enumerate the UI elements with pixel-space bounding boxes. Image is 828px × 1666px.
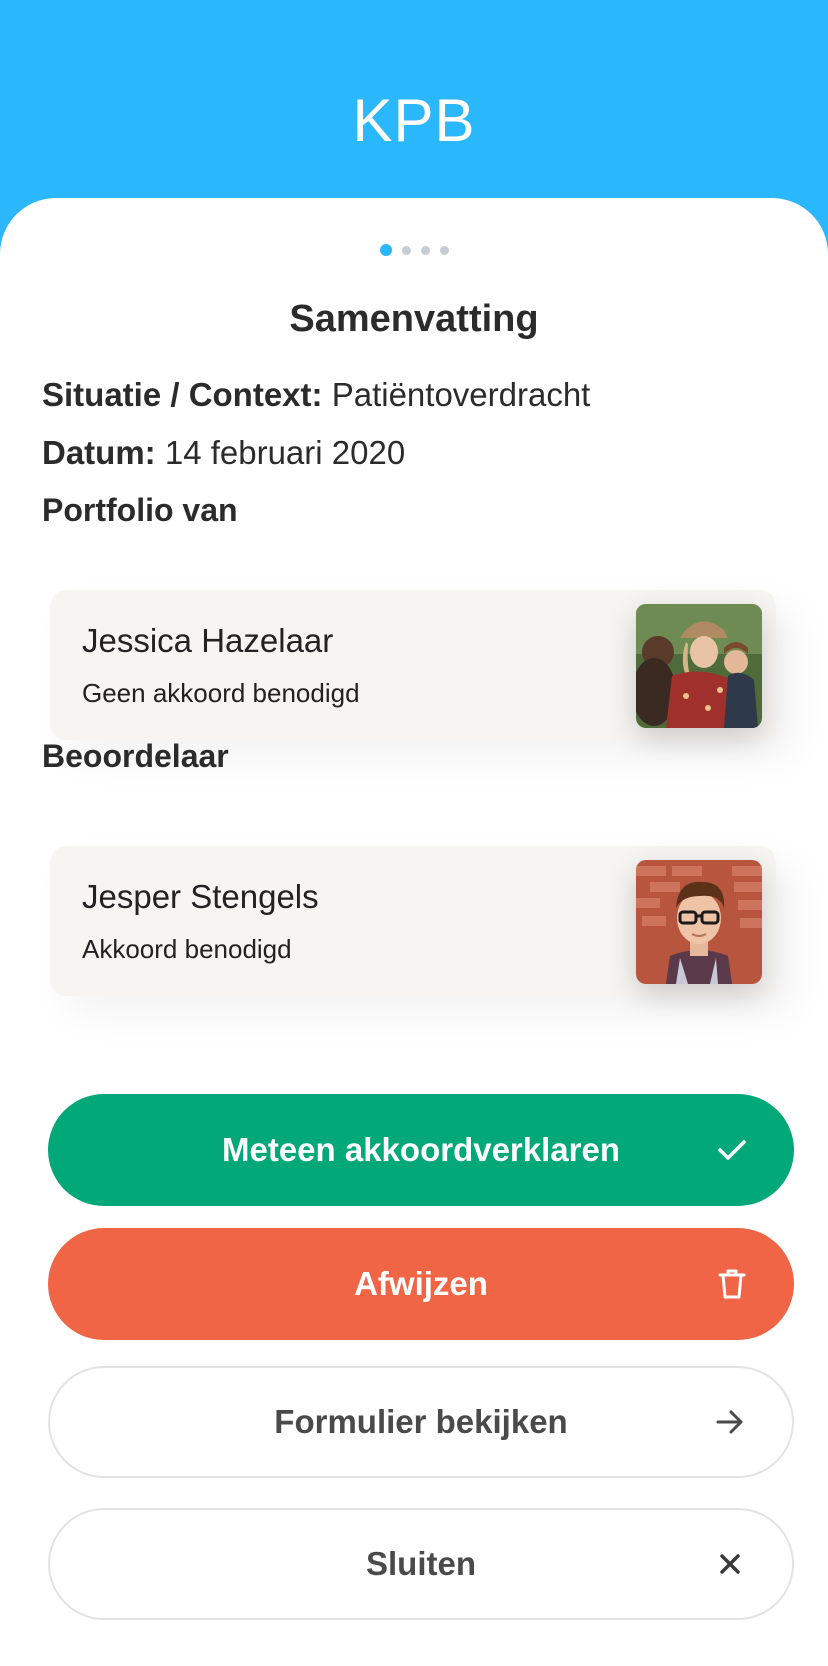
assessor-status: Akkoord benodigd <box>82 934 292 964</box>
reject-button-label: Afwijzen <box>354 1265 488 1302</box>
context-label: Situatie / Context: <box>42 376 323 413</box>
portfolio-owner-card[interactable]: Jessica Hazelaar Geen akkoord benodigd <box>50 590 776 740</box>
page-indicator <box>0 244 828 256</box>
assessor-card[interactable]: Jesper Stengels Akkoord benodigd <box>50 846 776 996</box>
view-form-button[interactable]: Formulier bekijken <box>48 1366 794 1478</box>
assessor-avatar <box>636 860 762 984</box>
close-button[interactable]: Sluiten <box>48 1508 794 1620</box>
summary-sheet: Samenvatting Situatie / Context: Patiënt… <box>0 198 828 1666</box>
page-dot-3[interactable] <box>420 245 430 255</box>
close-icon <box>712 1546 748 1582</box>
view-form-button-label: Formulier bekijken <box>274 1403 568 1440</box>
assessor-label: Beoordelaar <box>42 738 229 774</box>
date-row: Datum: 14 februari 2020 <box>42 434 405 472</box>
arrow-right-icon <box>712 1404 748 1440</box>
page-dot-2[interactable] <box>401 245 411 255</box>
page-dot-4[interactable] <box>439 245 449 255</box>
app-header: KPB <box>0 0 828 230</box>
trash-icon <box>714 1266 750 1302</box>
context-row: Situatie / Context: Patiëntoverdracht <box>42 376 590 414</box>
portfolio-owner-avatar <box>636 604 762 728</box>
approve-button[interactable]: Meteen akkoordverklaren <box>48 1094 794 1206</box>
check-icon <box>714 1132 750 1168</box>
date-label: Datum: <box>42 434 156 471</box>
assessor-photo <box>636 860 762 984</box>
portfolio-owner-name: Jessica Hazelaar <box>82 622 334 659</box>
portfolio-owner-status: Geen akkoord benodigd <box>82 678 360 708</box>
approve-button-label: Meteen akkoordverklaren <box>221 1131 620 1168</box>
portfolio-label: Portfolio van <box>42 492 238 528</box>
close-button-label: Sluiten <box>365 1545 476 1582</box>
date-value: 14 februari 2020 <box>164 434 406 471</box>
assessor-name: Jesper Stengels <box>82 878 319 915</box>
sheet-title: Samenvatting <box>289 298 539 340</box>
context-value: Patiëntoverdracht <box>331 376 591 413</box>
reject-button[interactable]: Afwijzen <box>48 1228 794 1340</box>
app-title: KPB <box>352 87 476 154</box>
page-dot-1[interactable] <box>379 244 392 256</box>
portfolio-owner-photo <box>636 604 762 728</box>
